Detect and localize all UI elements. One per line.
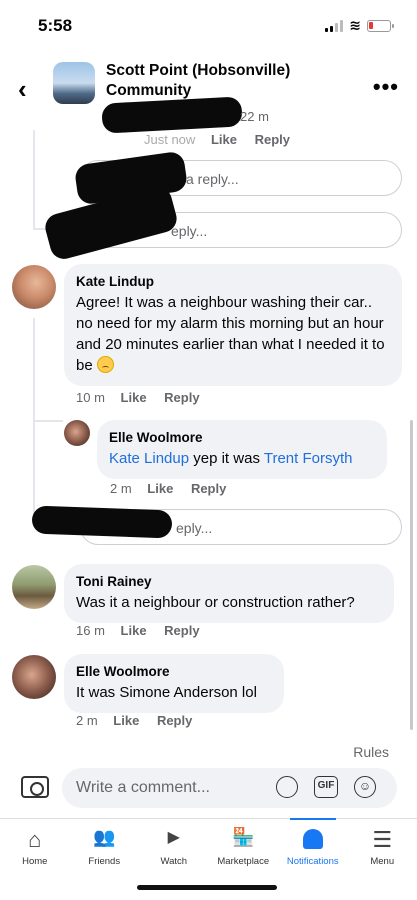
gif-icon[interactable]: GIF <box>314 776 338 798</box>
mention-link[interactable]: Trent Forsyth <box>264 450 353 467</box>
tab-label: Home <box>22 856 48 867</box>
comment-text: It was Simone Anderson lol <box>76 684 257 701</box>
comment-actions: 16 m Like Reply <box>76 623 200 638</box>
tab-label: Friends <box>88 856 121 867</box>
status-time: 5:58 <box>38 16 73 35</box>
thread-line <box>33 130 35 230</box>
battery-icon <box>367 19 394 32</box>
redaction-mark <box>31 505 173 539</box>
menu-icon: ☰ <box>372 827 393 852</box>
scrollbar[interactable] <box>410 420 413 730</box>
avatar[interactable] <box>64 420 90 446</box>
comment-bubble: Toni Rainey Was it a neighbour or constr… <box>64 564 394 623</box>
comment-input[interactable] <box>62 768 397 808</box>
tab-label: Marketplace <box>217 856 270 867</box>
reply-button[interactable]: Reply <box>191 481 226 496</box>
tab-label: Notifications <box>286 856 339 867</box>
tab-marketplace[interactable]: 🏪 Marketplace <box>209 819 279 879</box>
marketplace-icon: 🏪 <box>232 827 255 847</box>
comment-author[interactable]: Kate Lindup <box>76 274 390 289</box>
more-options-button[interactable]: ••• <box>373 74 399 100</box>
friends-icon: 👥 <box>93 827 116 847</box>
like-button[interactable]: Like <box>113 713 139 728</box>
group-name[interactable]: Scott Point (Hobsonville) Community <box>106 61 346 101</box>
watch-icon: ▶ <box>167 829 180 846</box>
emoji-icon[interactable]: ☺ <box>354 776 376 798</box>
tab-notifications[interactable]: Notifications <box>278 818 348 879</box>
comment-meta: 22 m <box>240 109 269 124</box>
like-button[interactable]: Like <box>147 481 173 496</box>
tab-watch[interactable]: ▶ Watch <box>139 819 209 879</box>
avatar-sticker-icon[interactable] <box>276 776 298 798</box>
thread-line <box>33 420 63 422</box>
comment-author[interactable]: Elle Woolmore <box>76 664 272 679</box>
tab-label: Menu <box>370 856 395 867</box>
tab-home[interactable]: ⌂ Home <box>0 819 70 879</box>
reply-button[interactable]: Reply <box>164 623 199 638</box>
home-indicator <box>137 885 277 890</box>
comment-text: Agree! It was a neighbour washing their … <box>76 294 385 374</box>
comment-author[interactable]: Toni Rainey <box>76 574 382 589</box>
avatar[interactable] <box>12 265 56 309</box>
comment-bubble: Kate Lindup Agree! It was a neighbour wa… <box>64 264 402 386</box>
reply-button[interactable]: Reply <box>255 132 290 147</box>
back-button[interactable]: ‹ <box>18 74 27 105</box>
wifi-icon: ≋ <box>349 17 361 33</box>
avatar[interactable] <box>12 655 56 699</box>
comment-actions: 10 m Like Reply <box>76 390 200 405</box>
comment-actions: Just now Like Reply <box>144 132 290 147</box>
weary-face-emoji-icon <box>97 356 115 373</box>
comment-author[interactable]: Elle Woolmore <box>109 430 375 445</box>
reply-button[interactable]: Reply <box>157 713 192 728</box>
comment-bubble: Elle Woolmore It was Simone Anderson lol <box>64 654 284 713</box>
avatar[interactable] <box>12 565 56 609</box>
status-bar: 5:58 ≋ <box>0 0 417 48</box>
mention-link[interactable]: Kate Lindup <box>109 450 189 467</box>
signal-icon <box>325 19 344 32</box>
bottom-tab-bar: ⌂ Home 👥 Friends ▶ Watch 🏪 Marketplace N… <box>0 818 417 879</box>
comment-composer: GIF ☺ <box>0 766 417 812</box>
like-button[interactable]: Like <box>211 132 237 147</box>
status-icons: ≋ <box>325 17 394 34</box>
comment-actions: 2 m Like Reply <box>76 713 193 728</box>
tab-label: Watch <box>160 856 188 867</box>
reply-button[interactable]: Reply <box>164 390 199 405</box>
camera-icon[interactable] <box>21 776 49 798</box>
comment-actions: 2 m Like Reply <box>110 481 227 496</box>
home-icon: ⌂ <box>28 827 42 852</box>
like-button[interactable]: Like <box>121 390 147 405</box>
tab-menu[interactable]: ☰ Menu <box>348 819 417 879</box>
reply-text: Kate Lindup yep it was Trent Forsyth <box>109 450 353 467</box>
tab-friends[interactable]: 👥 Friends <box>70 819 140 879</box>
like-button[interactable]: Like <box>121 623 147 638</box>
rules-link[interactable]: Rules <box>353 744 389 760</box>
comment-text: Was it a neighbour or construction rathe… <box>76 594 355 611</box>
bell-icon <box>278 819 348 851</box>
reply-bubble: Elle Woolmore Kate Lindup yep it was Tre… <box>97 420 387 479</box>
group-avatar[interactable] <box>53 62 95 104</box>
